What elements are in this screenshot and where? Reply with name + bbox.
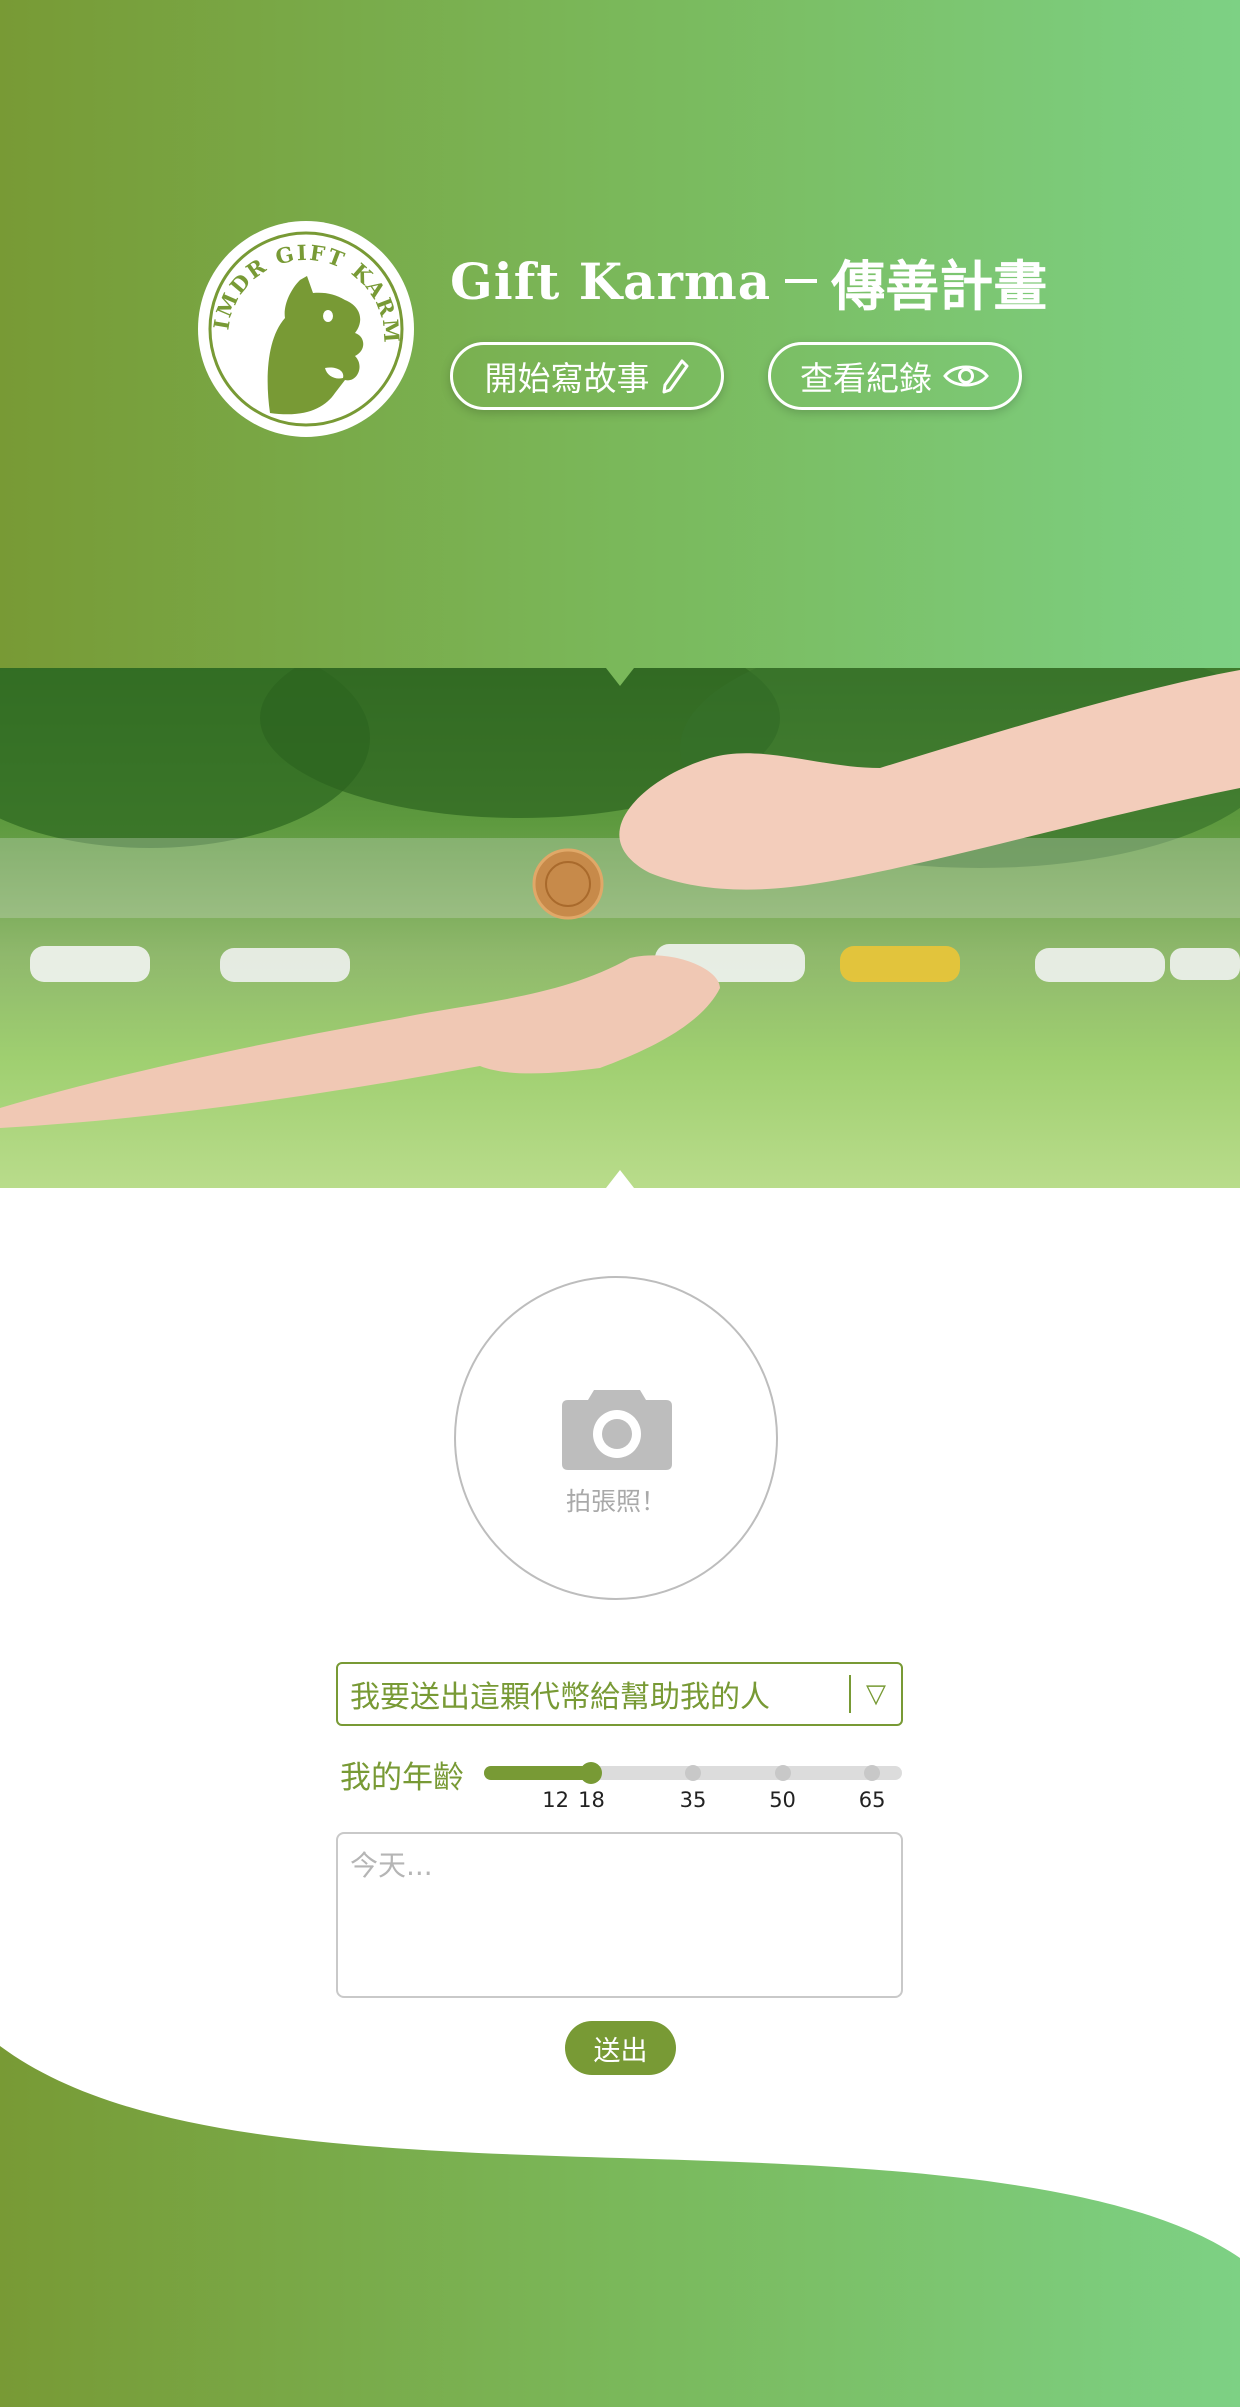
age-slider[interactable]: 12 18 35 50 65 — [484, 1758, 902, 1818]
age-label: 我的年齡 — [340, 1760, 464, 1796]
age-slider-fill — [484, 1766, 592, 1780]
hero-photo — [0, 668, 1240, 1188]
view-records-button[interactable]: 查看紀錄 — [768, 342, 1022, 410]
title-english: Gift Karma — [450, 251, 772, 311]
take-photo-label: 拍張照！ — [565, 1487, 666, 1516]
age-tick-label: 50 — [769, 1788, 796, 1812]
footer-wave — [0, 2046, 1240, 2407]
age-tick-label: 65 — [858, 1788, 886, 1812]
gift-karma-logo: IMDR GIFT KARMA — [195, 218, 414, 437]
story-textarea[interactable] — [336, 1832, 903, 1998]
header-notch — [606, 668, 634, 686]
age-tick-label: 12 — [542, 1788, 570, 1812]
gift-purpose-value: 我要送出這顆代幣給幫助我的人 — [350, 1680, 770, 1715]
age-tick-label: 18 — [578, 1788, 605, 1812]
eye-icon — [943, 365, 989, 387]
photo-notch — [606, 1170, 634, 1188]
age-tick-label: 35 — [679, 1788, 707, 1812]
dropdown-arrow-icon: ▽ — [866, 1679, 886, 1709]
take-photo-button[interactable]: 拍張照！ — [454, 1276, 778, 1600]
gift-purpose-select[interactable]: 我要送出這顆代幣給幫助我的人 ▽ — [336, 1662, 903, 1726]
pencil-icon — [662, 359, 688, 394]
title-chinese: 傳善計畫 — [831, 254, 1048, 318]
age-slider-stop[interactable] — [774, 1765, 791, 1781]
start-story-label: 開始寫故事 — [484, 359, 650, 398]
camera-icon — [562, 1390, 672, 1470]
header-banner: IMDR GIFT KARMA Gift Karma 傳善計畫 開始寫故事 查看… — [0, 0, 1240, 668]
age-slider-handle[interactable] — [580, 1762, 603, 1784]
page-title: Gift Karma 傳善計畫 — [450, 246, 1047, 318]
title-separator — [785, 279, 818, 283]
start-story-button[interactable]: 開始寫故事 — [450, 342, 724, 410]
hero-illustration — [0, 668, 1240, 1128]
age-slider-stop[interactable] — [685, 1765, 701, 1781]
view-records-label: 查看紀錄 — [800, 359, 932, 398]
